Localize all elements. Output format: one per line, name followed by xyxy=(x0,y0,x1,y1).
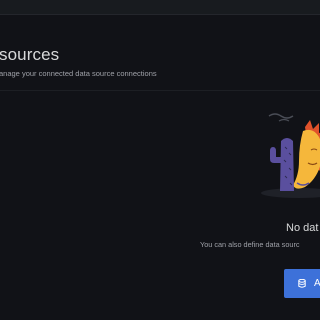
page-title: sources xyxy=(0,45,60,64)
empty-state-description: You can also define data sourc xyxy=(200,240,300,249)
header-divider xyxy=(0,90,320,91)
top-bar xyxy=(0,0,320,15)
empty-state-title: No dat xyxy=(286,222,319,234)
data-sources-page: sources anage your connected data source… xyxy=(0,0,320,320)
empty-state-illustration xyxy=(261,113,320,198)
page-subtitle: anage your connected data source connect… xyxy=(0,69,157,78)
add-data-source-button[interactable]: A xyxy=(284,269,320,298)
add-data-source-label: A xyxy=(314,278,320,289)
database-icon xyxy=(298,279,306,288)
